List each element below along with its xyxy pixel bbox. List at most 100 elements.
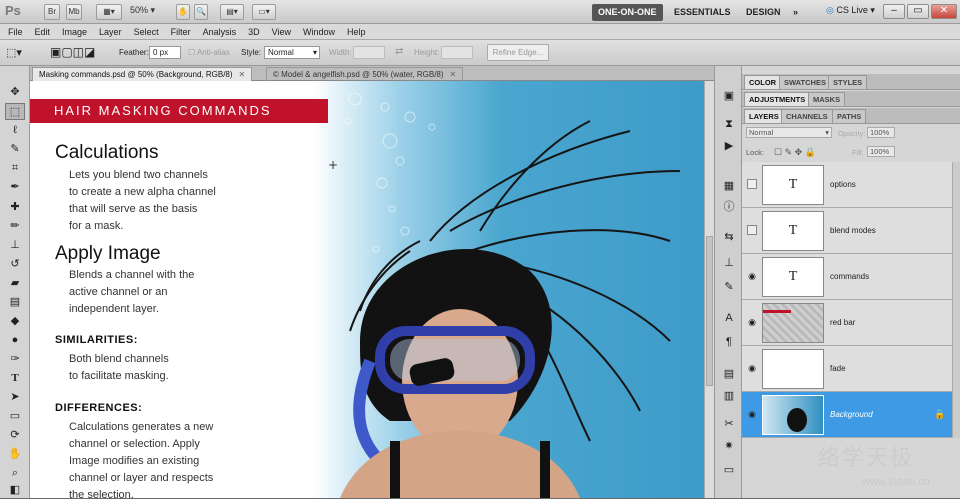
style-select[interactable]: Normal ▾ — [264, 46, 320, 59]
tab-masks[interactable]: MASKS — [808, 92, 846, 106]
zoom-tool-button[interactable]: 🔍 — [194, 4, 208, 20]
minimize-button[interactable]: – — [883, 4, 905, 19]
antialias-checkbox[interactable]: ☐ Anti-alias — [188, 48, 230, 57]
tab-color[interactable]: COLOR — [744, 75, 782, 89]
navigator-icon[interactable]: ▦ — [721, 178, 737, 194]
tab-masking-commands[interactable]: Masking commands.psd @ 50% (Background, … — [32, 67, 253, 81]
tab-channels[interactable]: CHANNELS — [781, 109, 833, 123]
animation-icon[interactable]: ▭ — [721, 462, 737, 478]
blend-mode-select[interactable]: Normal ▾ — [746, 127, 832, 138]
clone-source-icon[interactable]: ⇆ — [721, 229, 737, 245]
bridge-button[interactable]: Br — [44, 4, 60, 20]
height-input[interactable] — [441, 46, 473, 59]
workspace-essentials[interactable]: ESSENTIALS — [668, 4, 737, 21]
zoom-tool-icon[interactable]: ⌕ — [5, 465, 25, 482]
history-brush-icon[interactable]: ↺ — [5, 256, 25, 273]
opacity-input[interactable]: 100% — [867, 127, 895, 138]
selection-mode-buttons[interactable]: ▣▢◫◪ — [50, 45, 95, 59]
tab-paths[interactable]: PATHS — [832, 109, 867, 123]
3d-rotate-icon[interactable]: ⟳ — [5, 427, 25, 444]
feather-input[interactable]: 0 px — [149, 46, 181, 59]
layer-row-fade[interactable]: ◉ fade — [742, 346, 952, 392]
shape-tool-icon[interactable]: ▭ — [5, 408, 25, 425]
rectangular-marquee-icon[interactable]: ⬚ — [5, 103, 25, 120]
close-tab-icon[interactable]: ✕ — [450, 70, 457, 79]
tab-swatches[interactable]: SWATCHES — [779, 75, 831, 89]
tab-layers[interactable]: LAYERS — [744, 109, 784, 123]
scrollbar-thumb[interactable] — [706, 236, 713, 386]
tab-adjustments[interactable]: ADJUSTMENTS — [744, 92, 811, 106]
width-input[interactable] — [353, 46, 385, 59]
spot-healing-icon[interactable]: ✚ — [5, 199, 25, 216]
stamp-icon[interactable]: ⊥ — [721, 255, 737, 271]
dodge-tool-icon[interactable]: ● — [5, 332, 25, 349]
screen-mode-button[interactable]: ▭▾ — [252, 4, 276, 20]
menu-image[interactable]: Image — [62, 24, 87, 39]
menu-help[interactable]: Help — [347, 24, 366, 39]
eraser-icon[interactable]: ▰ — [5, 275, 25, 292]
close-button[interactable]: ✕ — [931, 4, 957, 19]
view-extras-button[interactable]: ▦▾ — [96, 4, 122, 20]
mini-bridge-icon[interactable]: ▣ — [721, 88, 737, 104]
menu-filter[interactable]: Filter — [171, 24, 191, 39]
hand-tool-icon[interactable]: ✋ — [5, 446, 25, 463]
zoom-level[interactable]: 50% ▾ — [130, 5, 155, 16]
maximize-button[interactable]: ▭ — [907, 4, 929, 19]
color-swatches-icon[interactable]: ◧ — [5, 482, 25, 499]
quick-selection-icon[interactable]: ✎ — [5, 141, 25, 158]
3d-icon[interactable]: ✷ — [721, 438, 737, 454]
tools-icon[interactable]: ✂ — [721, 416, 737, 432]
blur-tool-icon[interactable]: ◆ — [5, 313, 25, 330]
eye-icon[interactable]: ◉ — [746, 363, 758, 374]
menu-select[interactable]: Select — [134, 24, 159, 39]
menu-view[interactable]: View — [272, 24, 291, 39]
clone-stamp-icon[interactable]: ⊥ — [5, 237, 25, 254]
layer-row-red-bar[interactable]: ◉ red bar — [742, 300, 952, 346]
fill-input[interactable]: 100% — [867, 146, 895, 157]
lock-icons[interactable]: ☐ ✎ ✥ 🔒 — [774, 147, 816, 158]
pen-tool-icon[interactable]: ✑ — [5, 351, 25, 368]
layer-row-blend-modes[interactable]: T blend modes — [742, 208, 952, 254]
close-tab-icon[interactable]: ✕ — [239, 70, 246, 79]
menu-analysis[interactable]: Analysis — [203, 24, 237, 39]
workspace-one-on-one[interactable]: ONE-ON-ONE — [592, 4, 663, 21]
menu-file[interactable]: File — [8, 24, 23, 39]
eye-icon[interactable]: ◉ — [746, 317, 758, 328]
layer-row-commands[interactable]: ◉ T commands — [742, 254, 952, 300]
arrange-documents-button[interactable]: ▤▾ — [220, 4, 244, 20]
move-tool-icon[interactable]: ✥ — [5, 84, 25, 101]
eye-icon[interactable]: ◉ — [746, 271, 758, 282]
tool-preset-picker[interactable]: ⬚▾ — [6, 46, 22, 59]
workspace-more[interactable]: » — [787, 4, 804, 21]
crop-tool-icon[interactable]: ⌗ — [5, 160, 25, 177]
swap-icon[interactable]: ⇄ — [395, 46, 403, 57]
cs-live-menu[interactable]: ◎ CS Live ▾ — [826, 5, 875, 16]
type-tool-icon[interactable]: T — [5, 370, 25, 387]
layer-row-options[interactable]: T options — [742, 162, 952, 208]
history-icon[interactable]: ⧗ — [721, 116, 737, 132]
document-canvas[interactable]: + HAIR MASKING COMMANDS Calculations Let… — [30, 81, 704, 498]
brush-presets-icon[interactable]: ✎ — [721, 279, 737, 295]
refine-edge-button[interactable]: Refine Edge... — [487, 44, 549, 61]
character-icon[interactable]: A — [721, 310, 737, 326]
eye-icon[interactable]: ◉ — [746, 409, 758, 420]
notes-icon[interactable]: ▤ — [721, 366, 737, 382]
menu-window[interactable]: Window — [303, 24, 335, 39]
visibility-toggle[interactable] — [747, 179, 757, 189]
paragraph-icon[interactable]: ¶ — [721, 334, 737, 350]
hand-tool-button[interactable]: ✋ — [176, 4, 190, 20]
lasso-tool-icon[interactable]: ℓ — [5, 122, 25, 139]
gradient-tool-icon[interactable]: ▤ — [5, 294, 25, 311]
brush-tool-icon[interactable]: ✏ — [5, 218, 25, 235]
menu-edit[interactable]: Edit — [35, 24, 51, 39]
visibility-toggle[interactable] — [747, 225, 757, 235]
layer-row-background[interactable]: ◉ Background 🔒 — [742, 392, 952, 438]
eyedropper-icon[interactable]: ✒ — [5, 179, 25, 196]
menu-3d[interactable]: 3D — [248, 24, 260, 39]
info-icon[interactable]: ⓘ — [721, 199, 737, 215]
tab-model-angelfish[interactable]: © Model & angelfish.psd @ 50% (water, RG… — [266, 67, 464, 81]
menu-layer[interactable]: Layer — [99, 24, 122, 39]
tab-styles[interactable]: STYLES — [828, 75, 868, 89]
actions-icon[interactable]: ▶ — [721, 138, 737, 154]
path-selection-icon[interactable]: ➤ — [5, 389, 25, 406]
